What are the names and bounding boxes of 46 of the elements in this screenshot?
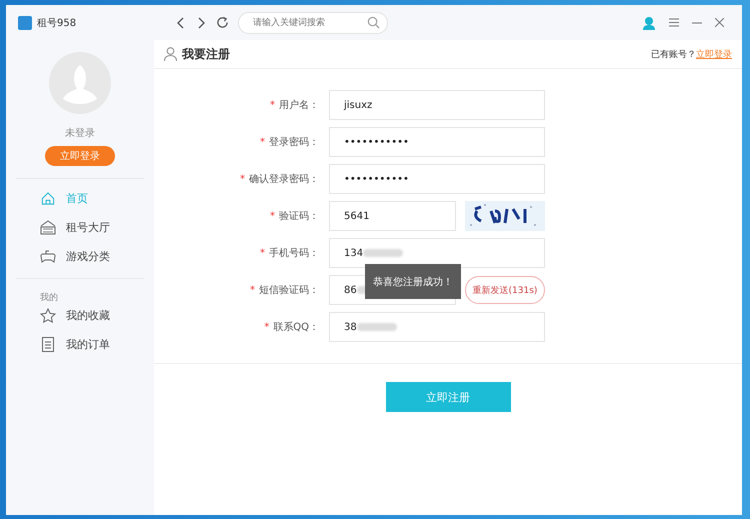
field-label: 联系QQ：: [273, 320, 319, 334]
page-title: 我要注册: [182, 46, 230, 62]
required-mark: *: [270, 100, 275, 110]
menu-icon[interactable]: [669, 18, 679, 27]
back-icon[interactable]: [176, 16, 186, 28]
required-mark: *: [260, 136, 265, 148]
home-icon: [40, 191, 56, 206]
minimize-icon[interactable]: [692, 22, 702, 24]
user-icon: [164, 47, 177, 61]
nav-item[interactable]: 我的收藏: [16, 308, 144, 323]
field-label: 手机号码：: [269, 246, 319, 260]
field-label: 短信验证码：: [259, 284, 319, 297]
nav-item[interactable]: 租号大厅: [16, 220, 144, 235]
field-label: 确认登录密码：: [249, 172, 319, 186]
forward-icon[interactable]: [196, 16, 206, 28]
required-mark: *: [240, 174, 245, 184]
input-field[interactable]: •••••••••••: [329, 164, 545, 194]
field-label: 用户名：: [279, 98, 319, 112]
required-mark: *: [264, 322, 270, 332]
shop-icon: [40, 220, 56, 235]
star-icon: [40, 308, 56, 323]
required-mark: *: [270, 210, 275, 222]
section-heading: 我的: [39, 292, 59, 304]
input-field[interactable]: 38: [329, 312, 545, 342]
success-toast: 恭喜您注册成功！: [365, 264, 461, 299]
app-logo-icon: [18, 16, 32, 30]
field-label: 登录密码：: [269, 136, 319, 149]
app-title: 租号958: [37, 16, 76, 30]
document-icon: [40, 337, 56, 352]
input-field[interactable]: jisuxz: [329, 90, 545, 120]
resend-button[interactable]: 重新发送(131s): [465, 276, 545, 304]
input-field[interactable]: •••••••••••: [329, 127, 545, 157]
search-field[interactable]: 请输入关键词搜索: [238, 12, 388, 34]
account-prompt: 已有账号？: [651, 48, 696, 60]
required-mark: *: [260, 248, 265, 258]
login-status: 未登录: [65, 126, 95, 140]
nav-item[interactable]: 我的订单: [16, 337, 144, 352]
refresh-icon[interactable]: [216, 16, 229, 29]
captcha-image[interactable]: [465, 201, 545, 231]
search-icon[interactable]: [367, 16, 380, 28]
required-mark: *: [250, 284, 255, 296]
nav-item[interactable]: 游戏分类: [16, 249, 144, 264]
field-label: 验证码：: [279, 210, 319, 223]
support-agent-icon[interactable]: [642, 16, 656, 30]
captcha-field[interactable]: 5641: [329, 201, 456, 231]
close-icon[interactable]: [715, 18, 724, 27]
